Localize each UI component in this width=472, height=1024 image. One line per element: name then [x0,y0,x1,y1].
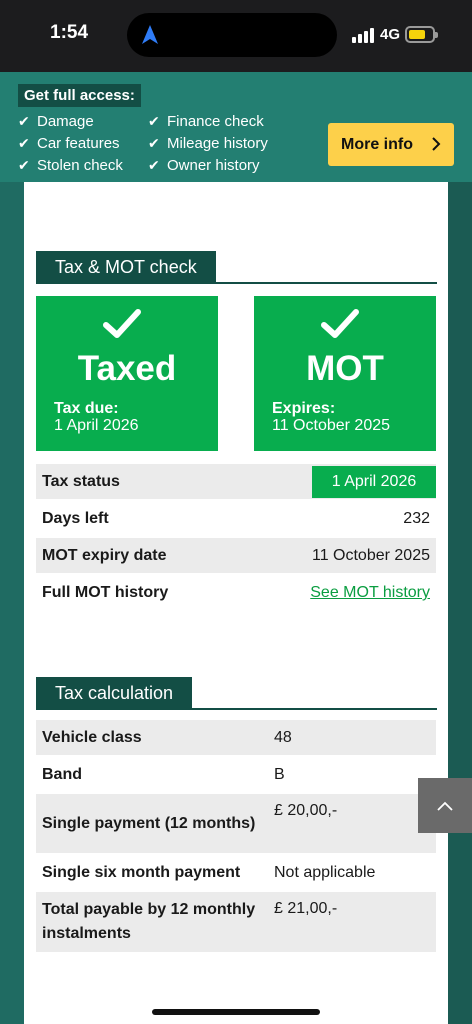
check-icon: ✔ [148,157,160,173]
network-type: 4G [380,26,401,43]
chevron-right-icon [432,137,441,151]
tax-mot-section-title: Tax & MOT check [36,251,216,282]
more-info-button[interactable]: More info [328,123,454,166]
cellular-signal-icon [352,27,376,43]
promo-feature: ✔ Damage [18,113,94,130]
row-label: Single six month payment [36,853,268,891]
table-row: Vehicle class 48 [36,718,436,756]
row-value: 11 October 2025 [240,536,436,574]
battery-icon [405,26,438,43]
check-icon: ✔ [18,157,30,173]
table-row: MOT expiry date 11 October 2025 [36,536,436,574]
check-icon: ✔ [18,135,30,151]
more-info-label: More info [341,135,413,153]
promo-feature-list: ✔ Damage ✔ Finance check ✔ Car features ✔ Mi… [18,112,308,175]
mot-status-title: MOT [306,349,384,388]
promo-banner: Get full access: ✔ Damage ✔ Finance check … [0,72,472,182]
table-row: Single six month payment Not applicable [36,853,436,891]
row-label: Tax status [36,462,241,500]
tax-due-date: 1 April 2026 [54,417,139,434]
row-label: MOT expiry date [36,536,241,574]
row-label: Full MOT history [36,573,241,611]
tax-calc-section-title: Tax calculation [36,677,193,708]
status-bar: 1:54 4G [0,0,472,72]
promo-feature: ✔ Mileage history [148,135,268,152]
row-label: Total payable by 12 monthly instalments [36,890,268,952]
page-margin-right [448,182,472,1024]
check-icon: ✔ [148,113,160,129]
status-time: 1:54 [50,22,89,43]
tax-mot-table: Tax status 1 April 2026 Days left 232 MO… [36,462,436,611]
check-icon: ✔ [148,135,160,151]
tax-due-label: Tax due: [54,400,119,417]
row-label: Days left [36,499,241,537]
chevron-up-icon [437,801,453,811]
tax-calc-section-header: Tax calculation [36,677,437,710]
tax-status-title: Taxed [77,349,177,388]
check-icon: ✔ [18,113,30,129]
tax-status-card: Taxed Tax due: 1 April 2026 [36,296,218,451]
check-icon [321,309,359,338]
row-value: Not applicable [268,853,436,891]
tax-status-badge: 1 April 2026 [312,465,436,498]
row-label: Vehicle class [36,718,268,756]
mot-expiry-date: 11 October 2025 [272,417,391,434]
row-label: Band [36,755,268,793]
location-arrow-icon [142,25,158,44]
scroll-to-top-button[interactable] [418,778,472,833]
row-value: £ 21,00,- [268,890,436,952]
row-value: B [268,755,436,793]
row-label: Single payment (12 months) [36,792,268,854]
tax-mot-section-header: Tax & MOT check [36,251,437,284]
promo-feature: ✔ Car features [18,135,120,152]
table-row: Full MOT history See MOT history [36,573,436,611]
promo-feature: ✔ Owner history [148,157,260,174]
promo-feature: ✔ Stolen check [18,157,123,174]
page-margin-left [0,182,24,1024]
row-value: £ 20,00,- [268,792,436,854]
see-mot-history-link[interactable]: See MOT history [310,584,430,601]
mot-expires-label: Expires: [272,400,336,417]
home-indicator[interactable] [152,1009,320,1015]
table-row: Total payable by 12 monthly instalments … [36,890,436,952]
row-value: 232 [240,499,436,537]
promo-heading: Get full access: [18,84,141,107]
mot-status-card: MOT Expires: 11 October 2025 [254,296,436,451]
table-row: Single payment (12 months) £ 20,00,- [36,792,436,854]
promo-feature: ✔ Finance check [148,113,264,130]
row-value: 48 [268,718,436,756]
tax-calculation-table: Vehicle class 48 Band B Single payment (… [36,718,436,952]
table-row: Tax status 1 April 2026 [36,462,436,500]
table-row: Days left 232 [36,499,436,537]
table-row: Band B [36,755,436,793]
check-icon [103,309,141,338]
